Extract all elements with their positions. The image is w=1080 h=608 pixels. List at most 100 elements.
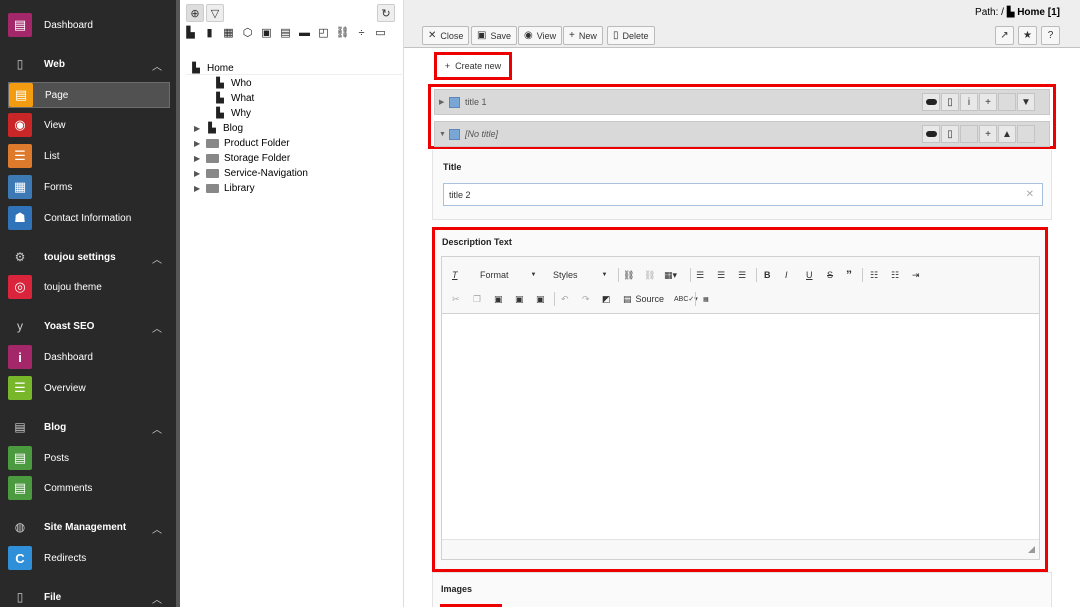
align-center-icon[interactable]: ☰ bbox=[717, 267, 725, 283]
page-type-folder-icon[interactable]: ▬ bbox=[298, 26, 311, 39]
module-item-dashboard[interactable]: ▤ Dashboard bbox=[8, 12, 170, 38]
indent-icon[interactable]: ⇥ bbox=[912, 267, 920, 283]
plus-icon[interactable]: + bbox=[979, 93, 997, 111]
source-button[interactable]: ▤ Source bbox=[623, 291, 664, 307]
format-dropdown[interactable]: Format ▼ bbox=[480, 267, 536, 283]
tree-node-blog[interactable]: ▶ ▙ Blog bbox=[194, 121, 243, 135]
module-item-redirects[interactable]: C Redirects bbox=[8, 545, 170, 571]
clear-icon[interactable]: ✕ bbox=[1026, 189, 1034, 200]
paste-icon[interactable]: ▣ bbox=[494, 291, 503, 307]
styles-dropdown[interactable]: Styles ▼ bbox=[553, 267, 607, 283]
page-type-standard-icon[interactable]: ▙ bbox=[184, 26, 197, 39]
expand-triangle-icon[interactable]: ▶ bbox=[194, 139, 204, 148]
module-item-page[interactable]: ▤ Page bbox=[8, 82, 170, 108]
tree-node-storage-folder[interactable]: ▶ Storage Folder bbox=[194, 151, 290, 165]
trash-icon[interactable]: ▯ bbox=[941, 93, 959, 111]
trash-icon[interactable]: ▯ bbox=[941, 125, 959, 143]
move-down-icon[interactable]: ▼ bbox=[1017, 93, 1035, 111]
tree-node-service-navigation[interactable]: ▶ Service-Navigation bbox=[194, 166, 308, 180]
delete-button[interactable]: ▯ Delete bbox=[607, 26, 655, 45]
plus-icon[interactable]: + bbox=[979, 125, 997, 143]
page-type-grid-icon[interactable]: ▦ bbox=[222, 26, 235, 39]
module-item-dashboard[interactable]: i Dashboard bbox=[8, 344, 170, 370]
link-icon[interactable]: ⛓ bbox=[623, 267, 634, 283]
cut-icon[interactable]: ✂ bbox=[452, 291, 460, 307]
title-input[interactable]: title 2 ✕ bbox=[443, 183, 1043, 206]
align-right-icon[interactable]: ☰ bbox=[738, 267, 746, 283]
module-item-toujou-theme[interactable]: ◎ toujou theme bbox=[8, 274, 170, 300]
page-type-doc-icon[interactable]: ▮ bbox=[203, 26, 216, 39]
module-item-view[interactable]: ◉ View bbox=[8, 112, 170, 138]
new-button[interactable]: + New bbox=[563, 26, 603, 45]
bookmark-button[interactable]: ★ bbox=[1018, 26, 1037, 45]
create-new-button[interactable]: + Create new bbox=[434, 52, 512, 80]
bold-icon[interactable]: B bbox=[764, 267, 771, 283]
hide-toggle-icon[interactable] bbox=[922, 93, 940, 111]
module-item-comments[interactable]: ▤ Comments bbox=[8, 475, 170, 501]
expand-triangle-icon[interactable]: ▶ bbox=[194, 184, 204, 193]
chevron-up-icon[interactable]: ︿ bbox=[152, 320, 162, 335]
page-type-box-icon[interactable]: ▤ bbox=[279, 26, 292, 39]
module-group-site-management[interactable]: ◍ Site Management ︿ bbox=[8, 516, 170, 538]
hide-toggle-icon[interactable] bbox=[922, 125, 940, 143]
info-icon[interactable]: i bbox=[960, 93, 978, 111]
record-header-2[interactable]: ▼ [No title] ▯ + ▲ bbox=[434, 121, 1050, 147]
save-button[interactable]: ▣ Save bbox=[471, 26, 517, 45]
bulleted-list-icon[interactable]: ☷ bbox=[891, 267, 899, 283]
rich-text-editor[interactable]: T Format ▼ Styles ▼ ⛓ ⛓ ▦▾ ☰ ☰ ☰ B I U S… bbox=[441, 256, 1040, 560]
module-item-overview[interactable]: ☰ Overview bbox=[8, 375, 170, 401]
tree-root-row[interactable]: ▙ Home bbox=[186, 60, 404, 75]
paste-text-icon[interactable]: ▣ bbox=[515, 291, 524, 307]
record-header-1[interactable]: ▶ title 1 ▯ i + ▼ bbox=[434, 89, 1050, 115]
redo-icon[interactable]: ↷ bbox=[582, 291, 590, 307]
expand-triangle-icon[interactable]: ▶ bbox=[194, 124, 204, 133]
page-type-spacer-icon[interactable]: ÷ bbox=[355, 26, 368, 39]
tree-node-home[interactable]: ▙ Home bbox=[190, 61, 234, 75]
help-button[interactable]: ? bbox=[1041, 26, 1060, 45]
special-char-icon[interactable]: ▦ bbox=[703, 291, 709, 307]
numbered-list-icon[interactable]: ☷ bbox=[870, 267, 878, 283]
move-up-icon[interactable]: ▲ bbox=[998, 125, 1016, 143]
chevron-up-icon[interactable]: ︿ bbox=[152, 251, 162, 266]
chevron-up-icon[interactable]: ︿ bbox=[152, 421, 162, 436]
tree-node-product-folder[interactable]: ▶ Product Folder bbox=[194, 136, 290, 150]
module-group-blog[interactable]: ▤ Blog ︿ bbox=[8, 416, 170, 438]
unlink-icon[interactable]: ⛓ bbox=[644, 267, 655, 283]
module-item-forms[interactable]: ▦ Forms bbox=[8, 174, 170, 200]
resize-grip-icon[interactable] bbox=[1028, 546, 1035, 553]
chevron-up-icon[interactable]: ︿ bbox=[152, 591, 162, 606]
module-item-posts[interactable]: ▤ Posts bbox=[8, 445, 170, 471]
page-type-link-icon[interactable]: ▣ bbox=[260, 26, 273, 39]
page-type-shortcut-icon[interactable]: ◰ bbox=[317, 26, 330, 39]
find-icon[interactable]: ◩ bbox=[602, 291, 611, 307]
chevron-up-icon[interactable]: ︿ bbox=[152, 521, 162, 536]
module-item-contact-information[interactable]: ☗ Contact Information bbox=[8, 205, 170, 231]
collapse-arrow-icon[interactable]: ▼ bbox=[439, 131, 449, 138]
refresh-icon[interactable]: ↻ bbox=[377, 4, 395, 22]
module-group-yoast-seo[interactable]: y Yoast SEO ︿ bbox=[8, 315, 170, 337]
tree-node-why[interactable]: ▙ Why bbox=[202, 106, 251, 120]
blockquote-icon[interactable]: ” bbox=[846, 267, 852, 283]
page-type-menu-separator-icon[interactable]: ▭ bbox=[374, 26, 387, 39]
page-type-external-link-icon[interactable]: ⛓ bbox=[336, 26, 350, 39]
tree-node-who[interactable]: ▙ Who bbox=[202, 76, 251, 90]
strikethrough-icon[interactable]: S bbox=[827, 267, 833, 283]
remove-format-icon[interactable]: T bbox=[452, 267, 458, 283]
open-new-window-button[interactable]: ↗ bbox=[995, 26, 1014, 45]
module-group-file[interactable]: ▯ File ︿ bbox=[8, 586, 170, 608]
expand-triangle-icon[interactable]: ▶ bbox=[194, 169, 204, 178]
tree-node-what[interactable]: ▙ What bbox=[202, 91, 254, 105]
module-item-list[interactable]: ☰ List bbox=[8, 143, 170, 169]
tree-node-library[interactable]: ▶ Library bbox=[194, 181, 255, 195]
page-type-cube-icon[interactable]: ⬡ bbox=[241, 26, 254, 39]
paste-word-icon[interactable]: ▣ bbox=[536, 291, 545, 307]
view-button[interactable]: ◉ View bbox=[518, 26, 563, 45]
expand-triangle-icon[interactable]: ▶ bbox=[194, 154, 204, 163]
chevron-up-icon[interactable]: ︿ bbox=[152, 58, 162, 73]
new-page-icon[interactable]: ⊕ bbox=[186, 4, 204, 22]
align-left-icon[interactable]: ☰ bbox=[696, 267, 704, 283]
table-icon[interactable]: ▦▾ bbox=[664, 267, 677, 283]
italic-icon[interactable]: I bbox=[785, 267, 788, 283]
close-button[interactable]: ✕ Close bbox=[422, 26, 470, 45]
module-group-web[interactable]: ▯ Web ︿ bbox=[8, 53, 170, 75]
